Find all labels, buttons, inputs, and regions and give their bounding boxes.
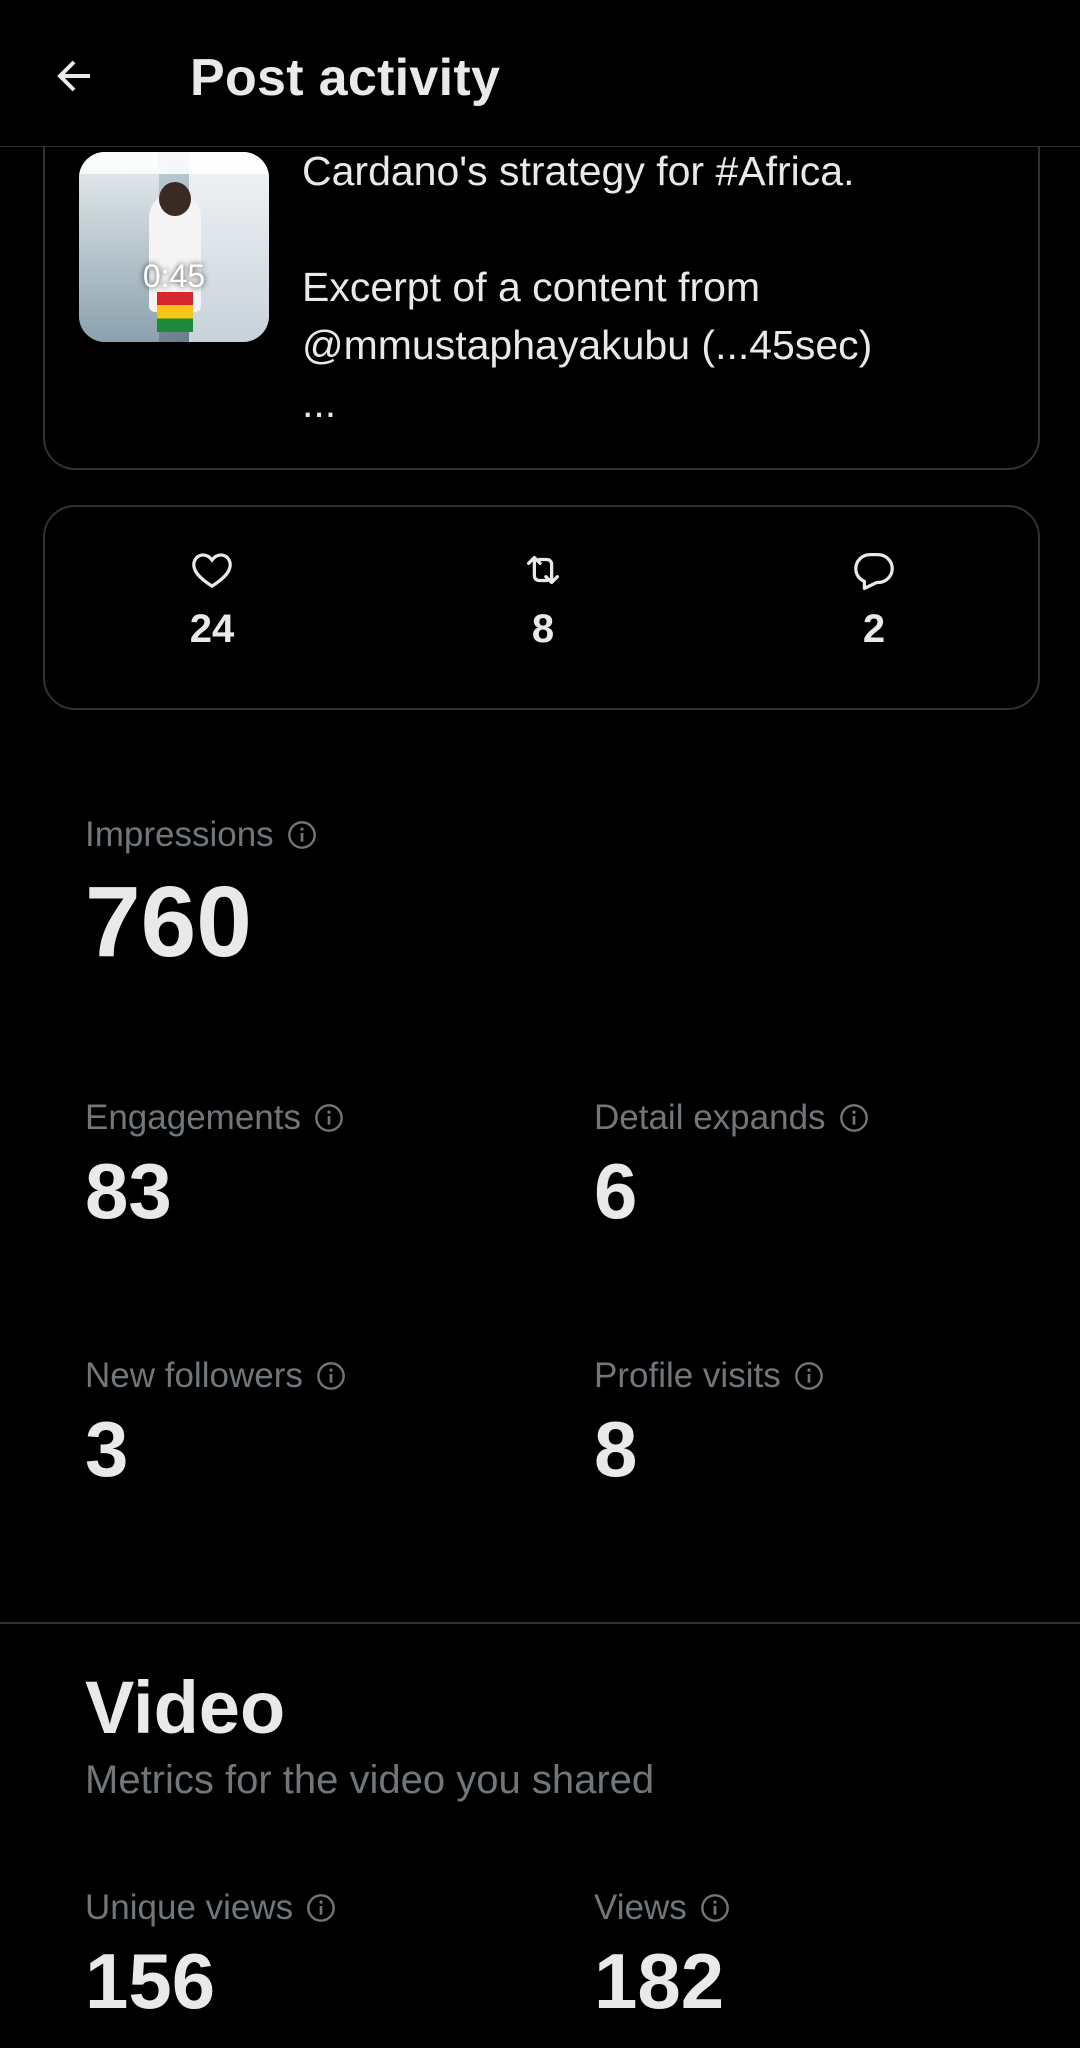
replies-stat[interactable]: 2 (774, 547, 974, 652)
engagements-value: 83 (85, 1147, 172, 1235)
video-thumbnail[interactable]: 0:45 (79, 152, 269, 342)
metric-detail-expands: Detail expands 6 (594, 1098, 870, 1237)
video-duration: 0:45 (142, 258, 206, 294)
section-divider (0, 1622, 1080, 1624)
detail-expands-value: 6 (594, 1147, 638, 1235)
info-icon[interactable] (305, 1892, 337, 1924)
profile-visits-value: 8 (594, 1405, 638, 1493)
profile-visits-label: Profile visits (594, 1356, 781, 1395)
unique-views-label: Unique views (85, 1888, 294, 1927)
metric-label-row: Unique views (85, 1888, 337, 1928)
likes-count: 24 (189, 607, 235, 651)
info-icon[interactable] (793, 1360, 825, 1392)
thumbnail-flag (157, 292, 193, 332)
reply-icon (854, 553, 894, 591)
video-section-title: Video (85, 1666, 286, 1749)
metric-label-row: Views (594, 1888, 731, 1928)
metric-views: Views 182 (594, 1888, 731, 2027)
metric-new-followers: New followers 3 (85, 1356, 347, 1495)
info-icon[interactable] (315, 1360, 347, 1392)
thumbnail-backdrop-left (79, 152, 159, 342)
info-icon[interactable] (699, 1892, 731, 1924)
new-followers-label: New followers (85, 1356, 303, 1395)
metric-label-row: Profile visits (594, 1356, 825, 1396)
thumbnail-backdrop-right (189, 152, 269, 342)
thumbnail-banner (79, 152, 269, 174)
reposts-stat[interactable]: 8 (443, 547, 643, 652)
info-icon[interactable] (313, 1102, 345, 1134)
info-icon[interactable] (286, 819, 318, 851)
engagements-label: Engagements (85, 1098, 301, 1137)
reposts-count: 8 (531, 607, 555, 651)
new-followers-value: 3 (85, 1405, 129, 1493)
likes-stat[interactable]: 24 (112, 547, 312, 652)
metric-profile-visits: Profile visits 8 (594, 1356, 825, 1495)
page-title: Post activity (190, 49, 501, 107)
metric-engagements: Engagements 83 (85, 1098, 345, 1237)
metric-label-row: New followers (85, 1356, 347, 1396)
thumbnail-person-head (159, 182, 191, 216)
unique-views-value: 156 (85, 1937, 216, 2025)
arrow-left-icon (57, 60, 90, 92)
top-app-bar: Post activity (0, 0, 1080, 147)
engagement-bar: 24 8 2 (43, 505, 1040, 710)
views-value: 182 (594, 1937, 725, 2025)
post-preview-card[interactable]: 0:45 Cardano's strategy for #Africa. Exc… (43, 120, 1040, 470)
metric-label-row: Impressions (85, 815, 318, 855)
replies-count: 2 (862, 607, 886, 651)
back-button[interactable] (44, 46, 104, 106)
info-icon[interactable] (838, 1102, 870, 1134)
impressions-value: 760 (85, 866, 252, 978)
video-section-subtitle: Metrics for the video you shared (85, 1758, 655, 1802)
heart-icon (192, 553, 232, 589)
detail-expands-label: Detail expands (594, 1098, 826, 1137)
metric-label-row: Engagements (85, 1098, 345, 1138)
metric-label-row: Detail expands (594, 1098, 870, 1138)
metric-unique-views: Unique views 156 (85, 1888, 337, 2027)
metric-impressions: Impressions 760 (85, 815, 318, 980)
views-label: Views (594, 1888, 687, 1927)
impressions-label: Impressions (85, 815, 274, 854)
repost-icon (526, 555, 560, 585)
post-text: Cardano's strategy for #Africa. Excerpt … (302, 148, 873, 426)
